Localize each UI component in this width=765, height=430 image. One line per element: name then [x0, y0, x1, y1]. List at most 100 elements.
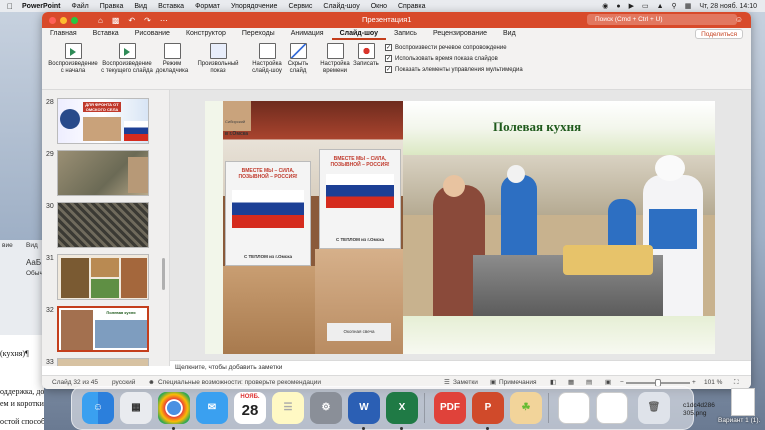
- menu-item-tools[interactable]: Сервис: [288, 3, 312, 10]
- undo-icon[interactable]: ↶: [128, 16, 135, 25]
- desktop-file-label[interactable]: c1dc4d286 305.png: [683, 402, 715, 418]
- record-icon[interactable]: ●: [616, 3, 620, 10]
- thumbnail-image: [57, 254, 149, 300]
- presenter-view-button[interactable]: Режим докладчика: [155, 43, 189, 75]
- zoom-in-icon[interactable]: +: [692, 376, 696, 389]
- powerpoint-icon[interactable]: P: [472, 392, 504, 424]
- media-controls-checkbox[interactable]: ✓ Показать элементы управления мультимед…: [385, 66, 523, 73]
- menu-app-name[interactable]: PowerPoint: [22, 3, 61, 10]
- box-label: в г.Омска: [225, 131, 249, 137]
- photo-detail: [223, 101, 251, 131]
- photo: [91, 279, 119, 298]
- menu-item-arrange[interactable]: Упорядочение: [231, 3, 277, 10]
- document-thumbnail-icon[interactable]: [596, 392, 628, 424]
- word-icon[interactable]: W: [348, 392, 380, 424]
- person: [649, 209, 697, 249]
- tab-review[interactable]: Рецензирование: [425, 28, 495, 40]
- menu-item-insert[interactable]: Вставка: [158, 3, 184, 10]
- hide-slide-button[interactable]: Скрыть слайд: [284, 43, 312, 75]
- tab-view[interactable]: Вид: [495, 28, 524, 40]
- slide-number: 31: [46, 255, 54, 262]
- more-icon[interactable]: ⋯: [160, 16, 168, 25]
- tab-insert[interactable]: Вставка: [85, 28, 127, 40]
- checkbox-label: Использовать время показа слайдов: [395, 55, 498, 62]
- bg-doc-line: (кухня)¶: [0, 349, 29, 358]
- finder-icon[interactable]: ☺: [82, 392, 114, 424]
- current-slide[interactable]: в г.Омска Сибирский ВМЕСТЕ МЫ – СИЛА, ПО…: [205, 101, 715, 354]
- cardboard-box: [223, 266, 315, 354]
- tab-design[interactable]: Конструктор: [178, 28, 234, 40]
- bg-doc-line: ем и коротких запис: [0, 399, 44, 408]
- slide-thumbnail[interactable]: 28 ДЛЯ ФРОНТА ОТ ОМСКОГО СЕЛА: [42, 98, 162, 146]
- preview-icon[interactable]: ☘: [510, 392, 542, 424]
- close-window-button[interactable]: [49, 16, 56, 24]
- play-from-current-button[interactable]: Воспроизведение с текущего слайда: [99, 43, 155, 75]
- notes-field[interactable]: Щелкните, чтобы добавить заметки: [170, 360, 751, 375]
- mail-icon[interactable]: ✉: [196, 392, 228, 424]
- menu-item-window[interactable]: Окно: [371, 3, 387, 10]
- tab-animations[interactable]: Анимация: [283, 28, 332, 40]
- slide-thumbnail[interactable]: 29: [42, 150, 162, 198]
- share-button[interactable]: Поделиться: [695, 29, 743, 39]
- chrome-icon[interactable]: [158, 392, 190, 424]
- slide-thumbnail[interactable]: 33: [42, 358, 162, 366]
- menu-item-edit[interactable]: Правка: [100, 3, 124, 10]
- bg-doc-line: оддержка, доброе с: [0, 387, 44, 396]
- button-label: с начала: [60, 68, 86, 74]
- button-label: Настройка: [320, 61, 350, 67]
- apple-icon[interactable]: : [7, 2, 13, 11]
- menu-item-view[interactable]: Вид: [134, 3, 147, 10]
- button-label: Настройка: [252, 61, 282, 67]
- notes-app-icon[interactable]: ☰: [272, 392, 304, 424]
- tab-record[interactable]: Запись: [386, 28, 425, 40]
- spotlight-icon[interactable]: ⚲: [672, 2, 677, 10]
- title-bar: ⌂ ▩ ↶ ↷ ⋯ Презентация1 Поиск (Cmd + Ctrl…: [42, 12, 751, 28]
- system-settings-icon[interactable]: ⚙: [310, 392, 342, 424]
- desktop-file-name[interactable]: Вариант 1 (1).: [718, 417, 760, 424]
- home-icon[interactable]: ⌂: [98, 16, 103, 25]
- tab-transitions[interactable]: Переходы: [234, 28, 283, 40]
- save-icon[interactable]: ▩: [112, 16, 120, 25]
- zoom-window-button[interactable]: [71, 16, 78, 24]
- search-input[interactable]: Поиск (Cmd + Ctrl + U): [587, 14, 737, 25]
- trash-icon[interactable]: 🗑: [638, 392, 670, 424]
- record-button[interactable]: Записать: [351, 43, 381, 68]
- wifi-icon[interactable]: ▲: [657, 3, 664, 10]
- rehearse-timings-button[interactable]: Настройка времени: [318, 43, 352, 75]
- document-thumbnail-icon[interactable]: [558, 392, 590, 424]
- battery-icon[interactable]: ▭: [642, 2, 649, 10]
- custom-show-button[interactable]: Произвольный показ: [196, 43, 240, 75]
- tab-slideshow[interactable]: Слайд-шоу: [331, 28, 386, 40]
- tab-draw[interactable]: Рисование: [127, 28, 178, 40]
- slide-thumbnail-selected[interactable]: 32 Полевая кухня: [42, 306, 162, 354]
- play-icon[interactable]: ▶: [629, 2, 634, 10]
- slideshow-setup-button[interactable]: Настройка слайд-шоу: [250, 43, 284, 75]
- narration-checkbox[interactable]: ✓ Воспроизвести речевое сопровождение: [385, 44, 507, 51]
- minimize-window-button[interactable]: [60, 16, 67, 24]
- account-icon[interactable]: ☺: [735, 15, 743, 24]
- person: [501, 175, 537, 255]
- menu-item-format[interactable]: Формат: [195, 3, 220, 10]
- tab-home[interactable]: Главная: [42, 28, 85, 40]
- timings-checkbox[interactable]: ✓ Использовать время показа слайдов: [385, 55, 498, 62]
- menu-item-file[interactable]: Файл: [72, 3, 89, 10]
- clock[interactable]: Чт, 28 нояб. 14:10: [699, 3, 757, 10]
- thumbnail-scrollbar[interactable]: [162, 258, 165, 290]
- menu-item-slideshow[interactable]: Слайд-шоу: [323, 3, 359, 10]
- slide-thumbnail[interactable]: 31: [42, 254, 162, 302]
- slide-title[interactable]: Полевая кухня: [493, 119, 581, 135]
- menu-item-help[interactable]: Справка: [398, 3, 425, 10]
- checkbox-checked-icon: ✓: [385, 55, 392, 62]
- chat-icon[interactable]: ◉: [602, 2, 608, 10]
- launchpad-icon[interactable]: ▦: [120, 392, 152, 424]
- excel-icon[interactable]: X: [386, 392, 418, 424]
- play-from-start-button[interactable]: Воспроизведение с начала: [45, 43, 101, 75]
- slide-thumbnail[interactable]: 30: [42, 202, 162, 250]
- photo: [61, 258, 89, 298]
- redo-icon[interactable]: ↷: [144, 16, 151, 25]
- checkbox-checked-icon: ✓: [385, 66, 392, 73]
- control-center-icon[interactable]: ▦: [685, 2, 692, 10]
- thumbnail-image: [57, 150, 149, 196]
- calendar-icon[interactable]: НОЯБ. 28: [234, 392, 266, 424]
- pdf-icon[interactable]: PDF: [434, 392, 466, 424]
